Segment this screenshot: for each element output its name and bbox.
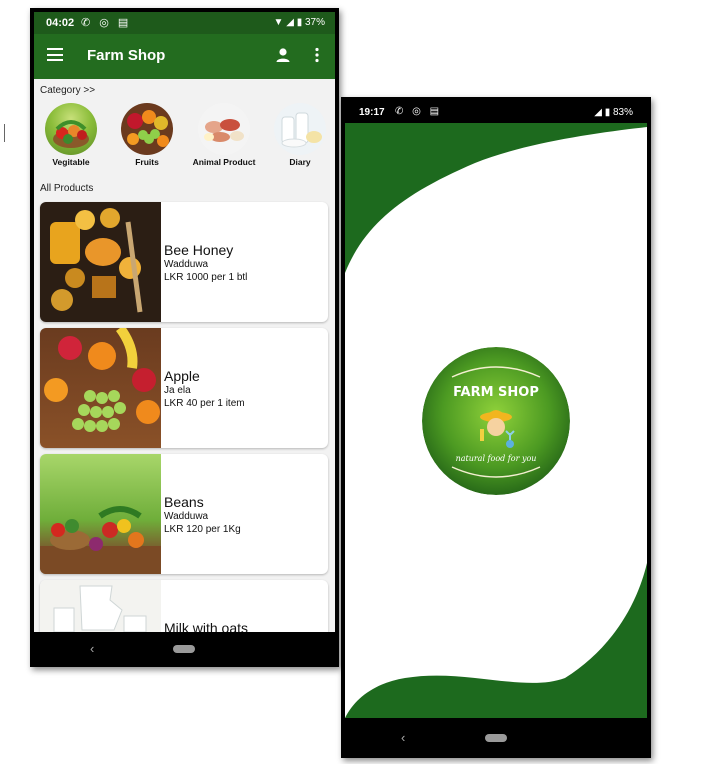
app-bar: Farm Shop: [34, 34, 335, 79]
back-icon[interactable]: ‹: [90, 641, 94, 656]
category-label: Vegitable: [52, 157, 90, 167]
logo-tagline: natural food for you: [455, 454, 537, 463]
signal-icon: ◢: [594, 107, 602, 118]
status-time: 04:02: [46, 17, 75, 29]
bee-honey-image: [40, 202, 161, 322]
category-fruits[interactable]: Fruits: [112, 103, 182, 167]
product-location: Ja ela: [164, 385, 191, 396]
status-bar: 04:02 ✆ ◎ ▤ ▼ ◢ ▮ 37%: [34, 12, 335, 34]
category-label: Fruits: [135, 157, 159, 167]
category-label: Animal Product: [192, 157, 256, 167]
navigation-bar: ‹: [341, 718, 651, 758]
all-products-heading: All Products: [40, 183, 94, 194]
product-location: Wadduwa: [164, 259, 209, 270]
home-pill[interactable]: [173, 645, 195, 653]
text-cursor-mark: [4, 124, 5, 142]
signal-icon: ◢: [286, 17, 294, 28]
apple-image: [40, 328, 161, 448]
splash-screen: FARM SHOP natural food for you: [345, 123, 647, 718]
vegetable-image: [45, 103, 97, 155]
product-card-milk-with-oats[interactable]: Milk with oats: [40, 580, 328, 632]
status-notification-icons: ✆ ◎ ▤: [81, 17, 132, 29]
product-name: Bee Honey: [164, 242, 234, 258]
status-time: 19:17: [359, 107, 385, 118]
category-vegitable[interactable]: Vegitable: [36, 103, 106, 167]
product-card-beans[interactable]: Beans Wadduwa LKR 120 per 1Kg: [40, 454, 328, 574]
category-label: Diary: [289, 157, 311, 167]
battery-percent: 83%: [612, 107, 633, 118]
product-card-bee-honey[interactable]: Bee Honey Wadduwa LKR 1000 per 1 btl: [40, 202, 328, 322]
main-content: Category >> Vegitable Fruits Animal Prod…: [34, 79, 335, 632]
battery-icon: ▮: [296, 17, 303, 28]
milk-image: [40, 580, 161, 632]
product-name: Apple: [164, 368, 200, 384]
beans-image: [40, 454, 161, 574]
back-icon[interactable]: ‹: [401, 730, 405, 745]
product-price: LKR 120 per 1Kg: [164, 524, 241, 535]
battery-icon: ▮: [604, 107, 611, 118]
logo-title: FARM SHOP: [453, 385, 539, 400]
category-heading: Category >>: [40, 85, 96, 96]
animal-product-image: [198, 103, 250, 155]
phone-splash: 19:17 ✆ ◎ ▤ ◢ ▮ 83% FARM SHOP natural fo…: [341, 97, 651, 758]
product-name: Milk with oats: [164, 620, 249, 632]
farm-shop-logo: FARM SHOP natural food for you: [422, 347, 570, 495]
person-icon[interactable]: [275, 47, 291, 63]
product-list-screen: 04:02 ✆ ◎ ▤ ▼ ◢ ▮ 37% Farm Shop Category…: [34, 12, 335, 632]
category-diary[interactable]: Diary: [265, 103, 335, 167]
wifi-icon: ▼: [273, 17, 284, 28]
more-options-icon[interactable]: [314, 47, 320, 63]
category-animal-product[interactable]: Animal Product: [189, 103, 259, 167]
product-location: Wadduwa: [164, 511, 209, 522]
status-right: ◢ ▮ 83%: [594, 107, 633, 118]
product-price: LKR 40 per 1 item: [164, 398, 245, 409]
product-price: LKR 1000 per 1 btl: [164, 272, 248, 283]
navigation-bar: ‹: [30, 632, 339, 667]
phone-product-list: 04:02 ✆ ◎ ▤ ▼ ◢ ▮ 37% Farm Shop Category…: [30, 8, 339, 667]
diary-image: [274, 103, 326, 155]
battery-percent: 37%: [304, 17, 325, 28]
status-right: ▼ ◢ ▮ 37%: [274, 17, 325, 28]
fruits-image: [121, 103, 173, 155]
status-notification-icons: ✆ ◎ ▤: [395, 106, 443, 117]
product-card-apple[interactable]: Apple Ja ela LKR 40 per 1 item: [40, 328, 328, 448]
product-name: Beans: [164, 494, 204, 510]
home-pill[interactable]: [485, 734, 507, 742]
status-bar: 19:17 ✆ ◎ ▤ ◢ ▮ 83%: [345, 101, 647, 123]
app-title: Farm Shop: [87, 47, 166, 64]
menu-icon[interactable]: [47, 48, 63, 61]
